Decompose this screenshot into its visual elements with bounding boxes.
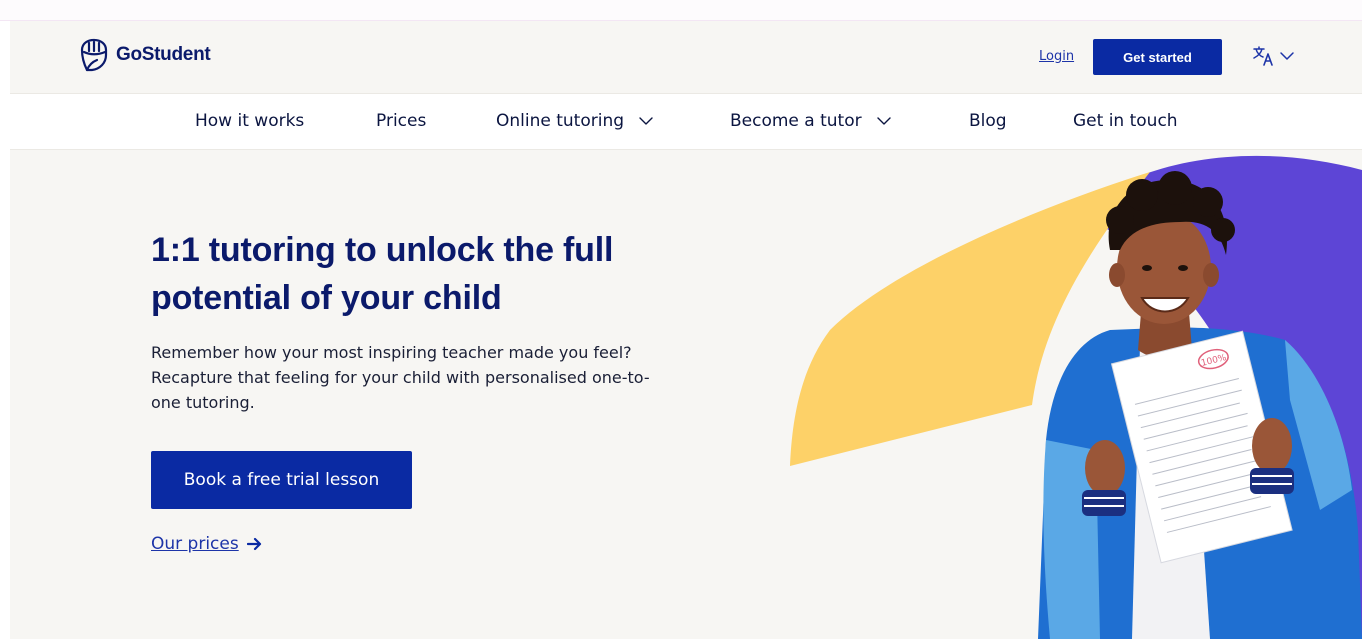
language-selector[interactable] (1253, 46, 1295, 66)
nav-item-blog[interactable]: Blog (969, 111, 1007, 131)
nav-item-become-a-tutor[interactable]: Become a tutor (730, 111, 892, 131)
hero-section: 1:1 tutoring to unlock the full potentia… (10, 150, 1362, 639)
nav-item-online-tutoring[interactable]: Online tutoring (496, 111, 654, 131)
nav-item-label: Prices (376, 111, 427, 131)
gostudent-logo[interactable]: GoStudent (78, 38, 211, 72)
site-header: GoStudent Login Get started (10, 21, 1362, 94)
arrow-right-icon (246, 537, 261, 551)
get-started-button[interactable]: Get started (1093, 39, 1222, 75)
nav-item-label: Become a tutor (730, 111, 862, 131)
top-strip (0, 0, 1362, 21)
book-trial-button[interactable]: Book a free trial lesson (151, 451, 412, 509)
our-prices-label: Our prices (151, 534, 239, 554)
login-link[interactable]: Login (1039, 49, 1074, 64)
hero-subtext: Remember how your most inspiring teacher… (151, 343, 650, 412)
chevron-down-icon (639, 117, 653, 125)
translate-icon (1253, 46, 1273, 66)
nav-item-label: Blog (969, 111, 1007, 131)
nav-item-label: Online tutoring (496, 111, 625, 131)
nav-item-prices[interactable]: Prices (376, 111, 426, 131)
gostudent-logo-icon (80, 38, 108, 72)
hero-illustration: 100% (790, 155, 1362, 639)
logo-text: GoStudent (116, 44, 211, 65)
our-prices-link[interactable]: Our prices (151, 534, 263, 554)
chevron-down-icon (876, 117, 891, 125)
hero-headline: 1:1 tutoring to unlock the full potentia… (151, 231, 614, 317)
nav-item-label: Get in touch (1073, 111, 1178, 131)
nav-item-how-it-works[interactable]: How it works (195, 111, 304, 131)
chevron-down-icon (1280, 52, 1294, 60)
nav-item-get-in-touch[interactable]: Get in touch (1073, 111, 1178, 131)
page: GoStudent Login Get started How it works… (0, 0, 1362, 639)
main-nav: How it works Prices Online tutoring Beco… (10, 94, 1362, 150)
nav-item-label: How it works (195, 111, 305, 131)
